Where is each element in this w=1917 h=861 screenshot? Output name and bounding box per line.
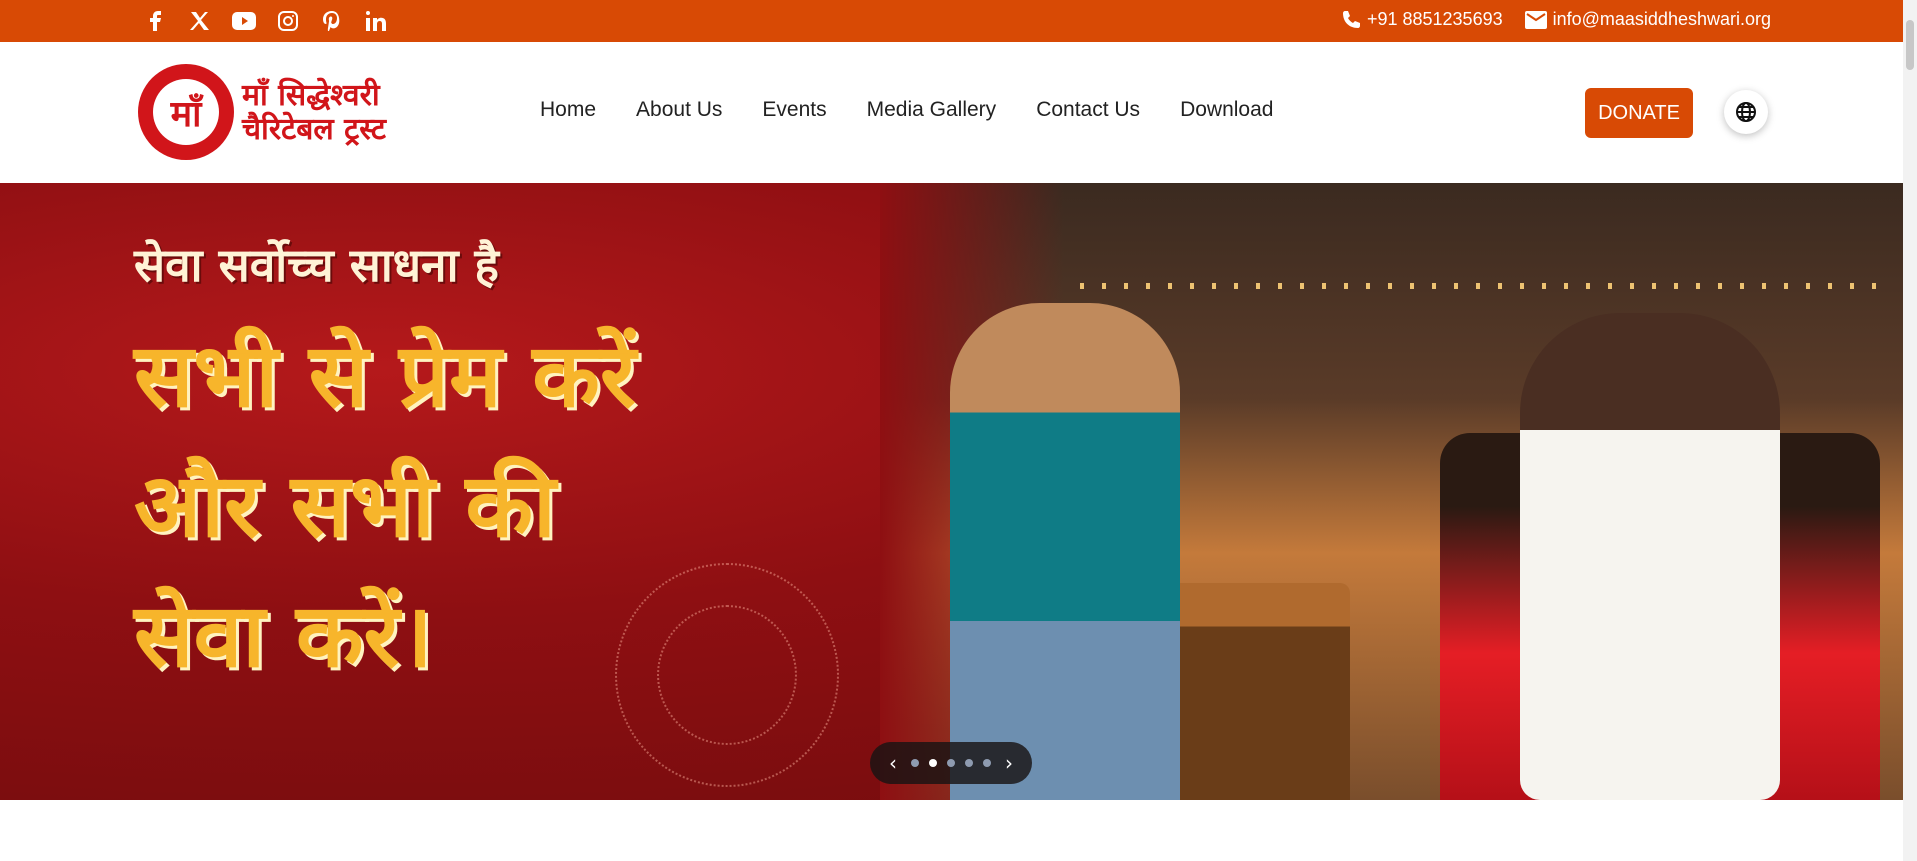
site-header: माँ माँ सिद्धेश्वरी चैरिटेबल ट्रस्ट Home… [0, 42, 1903, 183]
slider-dot-2[interactable] [929, 759, 937, 767]
slider-controls: ‹ › [870, 742, 1032, 784]
hero-headline: सभी से प्रेम करें और सभी की सेवा करें। [134, 311, 636, 701]
slider-dot-1[interactable] [911, 759, 919, 767]
slider-next-button[interactable]: › [996, 751, 1022, 775]
logo-text[interactable]: माँ सिद्धेश्वरी चैरिटेबल ट्रस्ट [242, 79, 386, 147]
phone-link[interactable]: +91 8851235693 [1341, 9, 1503, 30]
donate-button[interactable]: DONATE [1585, 88, 1693, 138]
page-scrollbar[interactable] [1903, 0, 1917, 861]
headline-line3: सेवा करें। [134, 584, 433, 687]
nav-download[interactable]: Download [1180, 98, 1273, 122]
side-table [1150, 583, 1350, 800]
logo-text-line2: चैरिटेबल ट्रस्ट [242, 112, 387, 147]
globe-icon [1736, 102, 1756, 122]
standing-man [950, 303, 1180, 800]
hero-tagline: सेवा सर्वोच्च साधना है [134, 238, 499, 292]
scrollbar-thumb[interactable] [1906, 20, 1914, 70]
email-address: info@maasiddheshwari.org [1552, 9, 1771, 29]
youtube-icon[interactable] [222, 8, 266, 34]
hero-photo [880, 183, 1903, 800]
logo[interactable]: माँ [138, 64, 234, 160]
slider-dot-5[interactable] [983, 759, 991, 767]
hero-slider: सेवा सर्वोच्च साधना है सभी से प्रेम करें… [0, 183, 1903, 800]
x-twitter-icon[interactable] [178, 8, 222, 34]
nav-home[interactable]: Home [540, 98, 596, 122]
logo-emblem-icon: माँ [153, 79, 219, 145]
headline-line1: सभी से प्रेम करें [134, 324, 636, 427]
pinterest-icon[interactable] [310, 8, 354, 34]
contact-info: +91 8851235693 info@maasiddheshwari.org [1319, 9, 1771, 30]
email-link[interactable]: info@maasiddheshwari.org [1524, 9, 1771, 30]
seated-guru [1520, 313, 1780, 800]
slider-prev-button[interactable]: ‹ [880, 751, 906, 775]
logo-text-line1: माँ सिद्धेश्वरी [242, 78, 380, 113]
facebook-icon[interactable] [134, 8, 178, 34]
phone-number: +91 8851235693 [1366, 9, 1503, 29]
language-button[interactable] [1724, 90, 1768, 134]
slider-dot-4[interactable] [965, 759, 973, 767]
instagram-icon[interactable] [266, 8, 310, 34]
phone-icon [1342, 10, 1360, 28]
mail-icon [1524, 10, 1547, 29]
headline-line2: और सभी की [134, 454, 556, 557]
nav-contact-us[interactable]: Contact Us [1036, 98, 1140, 122]
social-links [134, 8, 398, 34]
string-lights [1080, 283, 1880, 289]
nav-events[interactable]: Events [762, 98, 826, 122]
mandala-decoration-icon [615, 563, 839, 787]
main-nav: Home About Us Events Media Gallery Conta… [540, 98, 1313, 122]
nav-about-us[interactable]: About Us [636, 98, 722, 122]
linkedin-icon[interactable] [354, 8, 398, 34]
slider-dot-3[interactable] [947, 759, 955, 767]
nav-media-gallery[interactable]: Media Gallery [867, 98, 997, 122]
top-bar: +91 8851235693 info@maasiddheshwari.org [0, 0, 1903, 42]
